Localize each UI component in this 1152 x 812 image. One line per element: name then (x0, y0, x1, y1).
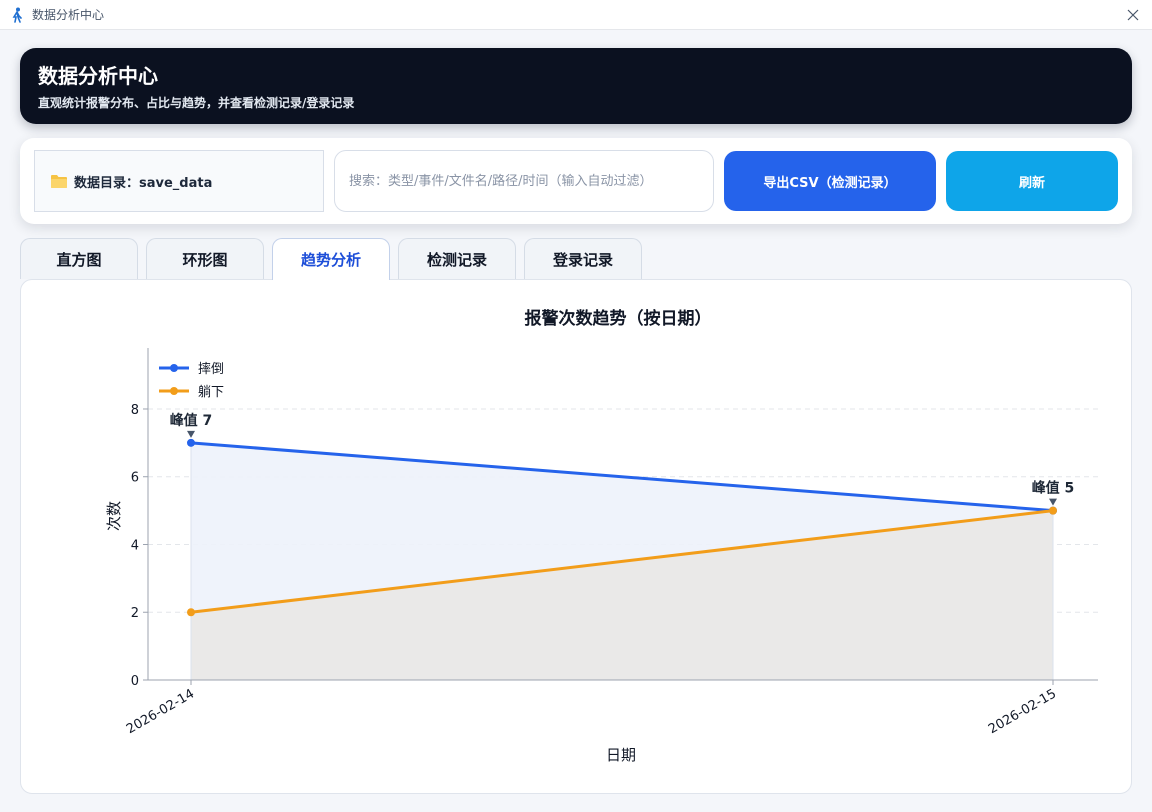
legend-label: 躺下 (198, 384, 224, 400)
chart-legend: 摔倒躺下 (159, 361, 224, 400)
toolbar: 数据目录：save_data 导出CSV（检测记录） 刷新 (20, 138, 1132, 224)
y-tick-label: 2 (131, 606, 139, 621)
person-walking-icon (12, 7, 22, 23)
data-point (187, 438, 195, 447)
chart-panel: 报警次数趋势（按日期） 日期 次数 0 2 4 6 8 2026-02-14 2026-02… (20, 279, 1132, 794)
export-csv-button[interactable]: 导出CSV（检测记录） (724, 151, 936, 211)
y-axis-label: 次数 (105, 501, 123, 531)
x-tick-label: 2026-02-15 (986, 686, 1059, 737)
close-icon (1127, 9, 1139, 21)
data-point (187, 608, 195, 617)
page-subtitle: 直观统计报警分布、占比与趋势，并查看检测记录/登录记录 (38, 96, 355, 110)
peak-arrow-icon (1049, 498, 1057, 506)
tab-trend[interactable]: 趋势分析 (272, 238, 390, 280)
x-axis-label: 日期 (606, 746, 636, 764)
trend-chart: 报警次数趋势（按日期） 日期 次数 0 2 4 6 8 2026-02-14 2026-02… (105, 308, 1098, 764)
x-tick-label: 2026-02-14 (124, 686, 197, 737)
chart-title: 报警次数趋势（按日期） (525, 308, 712, 329)
legend-marker (170, 364, 178, 372)
header-banner: 数据分析中心 直观统计报警分布、占比与趋势，并查看检测记录/登录记录 (20, 48, 1132, 124)
y-tick-label: 4 (131, 538, 139, 553)
legend-marker (170, 387, 178, 395)
y-tick-label: 6 (131, 471, 139, 486)
data-directory-label: 数据目录：save_data (74, 175, 213, 191)
refresh-button[interactable]: 刷新 (946, 151, 1118, 211)
peak-label: 峰值 7 (170, 412, 213, 429)
close-button[interactable] (1122, 4, 1144, 26)
window-title: 数据分析中心 (32, 8, 105, 22)
tab-histogram[interactable]: 直方图 (20, 238, 138, 279)
y-tick-label: 0 (131, 674, 139, 689)
peak-label: 峰值 5 (1032, 480, 1075, 497)
tab-login-records[interactable]: 登录记录 (524, 238, 642, 279)
search-input[interactable] (334, 150, 714, 212)
peak-arrow-icon (187, 430, 195, 438)
tab-donut[interactable]: 环形图 (146, 238, 264, 279)
legend-label: 摔倒 (198, 361, 224, 377)
page-title: 数据分析中心 (38, 64, 158, 88)
data-directory-box: 数据目录：save_data (34, 150, 324, 212)
tab-detection-records[interactable]: 检测记录 (398, 238, 516, 279)
y-tick-label: 8 (131, 403, 139, 418)
data-point (1049, 506, 1057, 515)
window-titlebar: 数据分析中心 (0, 0, 1152, 30)
folder-icon (51, 175, 67, 188)
